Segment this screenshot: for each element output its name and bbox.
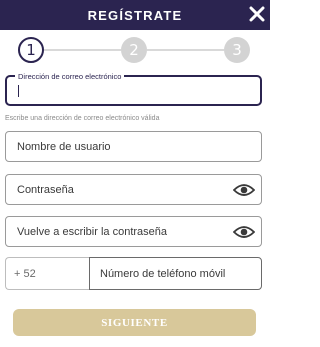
close-icon[interactable] xyxy=(249,6,265,22)
email-helper-text: Escribe una dirección de correo electrón… xyxy=(5,115,160,122)
next-button[interactable]: SIGUIENTE xyxy=(13,309,256,336)
country-code-select[interactable]: + 52 xyxy=(5,257,90,290)
phone-placeholder: Número de teléfono móvil xyxy=(100,268,226,280)
eye-icon[interactable] xyxy=(233,183,255,197)
step-connector xyxy=(44,49,121,51)
phone-number-field[interactable]: Número de teléfono móvil xyxy=(89,257,262,290)
password-placeholder: Contraseña xyxy=(17,184,74,196)
email-label: Dirección de correo electrónico xyxy=(15,72,125,81)
text-cursor xyxy=(18,85,19,97)
step-connector xyxy=(147,49,224,51)
password-field[interactable]: Contraseña xyxy=(5,174,262,205)
step-number: 1 xyxy=(26,41,36,59)
email-field[interactable]: Dirección de correo electrónico xyxy=(5,72,262,106)
username-field[interactable]: Nombre de usuario xyxy=(5,131,262,162)
progress-stepper: 1 2 3 xyxy=(0,36,270,66)
modal-header: REGÍSTRATE xyxy=(0,0,270,30)
step-1: 1 xyxy=(18,37,44,63)
password-confirm-placeholder: Vuelve a escribir la contraseña xyxy=(17,226,168,238)
country-code-value: + 52 xyxy=(14,268,36,280)
eye-icon[interactable] xyxy=(233,225,255,239)
page-title: REGÍSTRATE xyxy=(87,7,183,23)
step-3: 3 xyxy=(224,37,250,63)
step-number: 2 xyxy=(129,41,139,59)
step-2: 2 xyxy=(121,37,147,63)
password-confirm-field[interactable]: Vuelve a escribir la contraseña xyxy=(5,216,262,247)
step-number: 3 xyxy=(232,41,242,59)
username-placeholder: Nombre de usuario xyxy=(17,141,111,153)
